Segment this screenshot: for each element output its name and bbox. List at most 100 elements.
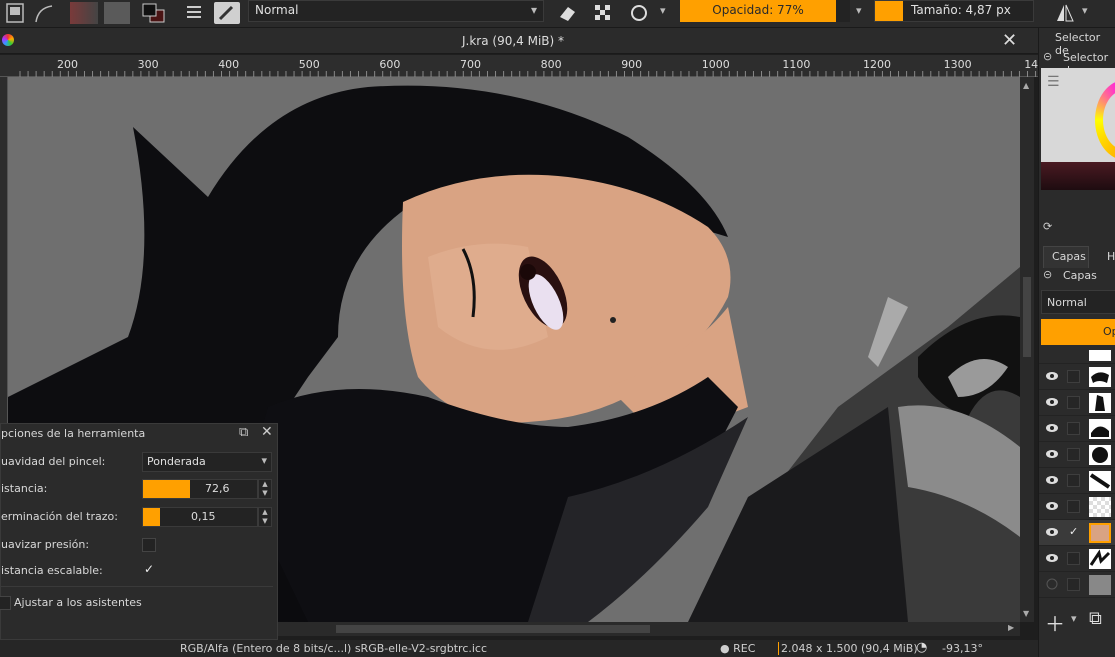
scroll-thumb[interactable]: [1023, 277, 1031, 357]
scroll-thumb[interactable]: [336, 625, 650, 633]
eye-icon[interactable]: [1045, 525, 1059, 539]
mirror-icon[interactable]: [1054, 2, 1076, 24]
chevron-down-icon: ▾: [530, 3, 537, 17]
reload-icon[interactable]: [628, 2, 650, 24]
close-icon[interactable]: ✕: [1002, 30, 1017, 51]
layer-list: ✓: [1039, 350, 1115, 608]
ruler-label: 500: [298, 58, 320, 71]
chevron-down-icon[interactable]: ▾: [1082, 4, 1088, 17]
ruler-label: 700: [460, 58, 481, 71]
layer-checkbox[interactable]: [1067, 500, 1080, 513]
layer-row[interactable]: [1039, 442, 1115, 468]
eye-icon[interactable]: [1045, 551, 1059, 565]
layers-header: ⊝ Capas: [1039, 268, 1115, 286]
color-history[interactable]: [1041, 162, 1115, 190]
stroke-curve-icon[interactable]: [32, 2, 54, 24]
chevron-down-icon[interactable]: ▾: [856, 4, 862, 17]
eye-icon[interactable]: [1045, 421, 1059, 435]
ruler-label: 1100: [782, 58, 811, 71]
distance-spin[interactable]: ▲ ▼: [258, 479, 272, 499]
layer-checkbox[interactable]: [1067, 396, 1080, 409]
layer-blend-value: Normal: [1047, 296, 1087, 309]
layer-row[interactable]: [1039, 546, 1115, 572]
float-icon[interactable]: ⧉: [239, 425, 248, 440]
smoothing-value: Ponderada: [147, 455, 206, 468]
scalable-distance-checkbox[interactable]: ✓: [144, 562, 154, 576]
vertical-scrollbar[interactable]: ▲ ▼: [1020, 77, 1034, 622]
layer-checkbox[interactable]: [1067, 474, 1080, 487]
pattern-icon[interactable]: [104, 2, 130, 24]
smoothing-select[interactable]: Ponderada ▾: [142, 452, 272, 472]
distance-fill: [143, 480, 191, 498]
color-selector-tab[interactable]: ⊝ Selector d: [1039, 48, 1115, 77]
layer-checkbox[interactable]: [1067, 370, 1080, 383]
stroke-end-spin[interactable]: ▲ ▼: [258, 507, 272, 527]
layer-blend-select[interactable]: Normal: [1041, 290, 1115, 314]
opacity-spin[interactable]: [836, 0, 850, 22]
chevron-down-icon[interactable]: ▾: [1071, 612, 1077, 625]
horizontal-ruler: 200 300 400 500 600 700 800 900 1000 1100 1200 1300…: [0, 55, 1038, 77]
chevron-down-icon[interactable]: ▾: [660, 4, 666, 17]
color-selector-header: Selector de: [1039, 28, 1115, 57]
brush-editor-icon[interactable]: [214, 2, 240, 24]
eye-icon[interactable]: [1045, 447, 1059, 461]
layer-checkbox[interactable]: [1067, 552, 1080, 565]
chevron-down-icon: ▾: [261, 454, 267, 467]
layer-row[interactable]: [1039, 416, 1115, 442]
eye-icon[interactable]: [1045, 473, 1059, 487]
scroll-right-icon[interactable]: ▶: [1008, 623, 1014, 632]
eye-hidden-icon[interactable]: [1045, 577, 1059, 591]
snap-checkbox[interactable]: [0, 596, 11, 610]
menu-lines-icon[interactable]: [184, 2, 204, 24]
layer-checkbox[interactable]: [1067, 578, 1080, 591]
layer-row[interactable]: [1039, 572, 1115, 598]
ruler-label: 600: [379, 58, 401, 71]
eye-icon[interactable]: [1045, 395, 1059, 409]
layer-thumbnail: [1089, 393, 1111, 413]
top-toolbar: Normal ▾ ▾ Opacidad: 77% ▾ Tamaño: 4,87 …: [0, 0, 1115, 28]
scroll-up-icon[interactable]: ▲: [1023, 81, 1029, 90]
smoothing-row: uavidad del pincel: Ponderada ▾: [1, 451, 279, 473]
layer-checkbox[interactable]: [1067, 448, 1080, 461]
refresh-icon[interactable]: ⟳: [1043, 220, 1052, 233]
layer-row-active[interactable]: ✓: [1039, 520, 1115, 546]
tab-capas[interactable]: Capas: [1043, 246, 1089, 268]
image-dimensions: 2.048 x 1.500 (90,4 MiB): [778, 642, 918, 655]
layer-row[interactable]: [1039, 364, 1115, 390]
ruler-label: 14: [1024, 58, 1039, 71]
right-docker: Selector de ⊝ Selector d ☰ ⟳ Capas H ⊝ C…: [1038, 28, 1115, 657]
layer-row[interactable]: [1039, 494, 1115, 520]
eye-icon[interactable]: [1045, 499, 1059, 513]
alpha-lock-icon[interactable]: [592, 2, 614, 24]
brush-preset-icon[interactable]: [4, 2, 26, 24]
layer-checkbox[interactable]: [1067, 422, 1080, 435]
layer-row[interactable]: [1039, 350, 1115, 364]
ruler-label: 1300: [943, 58, 972, 71]
eye-icon[interactable]: [1045, 369, 1059, 383]
gradient-icon[interactable]: [70, 2, 98, 24]
close-icon[interactable]: ✕: [261, 424, 273, 440]
color-wheel-area[interactable]: ☰: [1041, 68, 1115, 190]
settings-list-icon[interactable]: ☰: [1047, 74, 1060, 90]
eraser-icon[interactable]: [556, 2, 578, 24]
opacity-slider[interactable]: Opacidad: 77%: [680, 0, 836, 22]
scroll-down-icon[interactable]: ▼: [1023, 609, 1029, 618]
layer-check[interactable]: ✓: [1069, 525, 1078, 538]
layer-row[interactable]: [1039, 468, 1115, 494]
tab-second[interactable]: H: [1093, 246, 1115, 268]
blend-mode-select[interactable]: Normal ▾: [248, 0, 544, 22]
duplicate-layer-icon[interactable]: ⧉: [1089, 608, 1102, 629]
size-slider[interactable]: Tamaño: 4,87 px: [874, 0, 1034, 22]
layer-thumbnail: [1089, 549, 1111, 569]
layer-opacity-slider[interactable]: Op: [1041, 319, 1115, 345]
stroke-end-slider[interactable]: 0,15: [142, 507, 258, 527]
distance-slider[interactable]: 72,6: [142, 479, 258, 499]
distance-label: istancia:: [1, 482, 48, 495]
fg-bg-color-icon[interactable]: [140, 2, 168, 24]
rec-indicator[interactable]: ● REC: [720, 642, 755, 655]
smooth-pressure-checkbox[interactable]: [142, 538, 156, 552]
tab-capas-label: Capas: [1052, 250, 1086, 263]
layer-row[interactable]: [1039, 390, 1115, 416]
add-layer-icon[interactable]: ＋: [1045, 608, 1065, 637]
horizontal-scrollbar[interactable]: ▶: [278, 622, 1020, 636]
